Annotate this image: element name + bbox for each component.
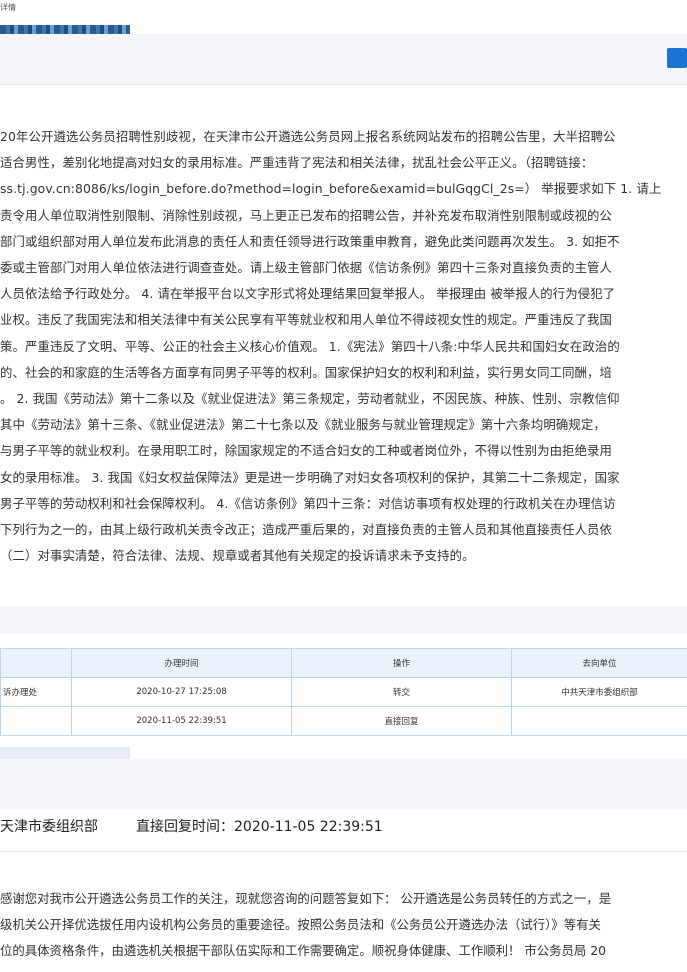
column-header-time: 办理时间	[71, 648, 292, 678]
complaint-line: ss.tj.gov.cn:8086/ks/login_before.do?met…	[0, 181, 662, 197]
table-cell: 诉办理处	[0, 677, 72, 707]
section-header	[0, 34, 687, 85]
table-cell	[511, 706, 687, 736]
top-bar: 详情	[0, 0, 687, 34]
reply-time-value: 2020-11-05 22:39:51	[234, 819, 383, 835]
table-cell: 转交	[291, 677, 512, 707]
section-divider	[0, 606, 687, 634]
reply-time-label: 直接回复时间：	[136, 819, 234, 835]
complaint-line: 的、社会的和家庭的生活等各方面享有同男子平等的权利。国家保护妇女的权利和利益，实…	[0, 364, 613, 380]
table-row: 2020-11-05 22:39:51 直接回复	[0, 706, 687, 736]
column-header-destination: 去向单位	[511, 648, 687, 678]
complaint-line: 男子平等的劳动权利和社会保障权利。 4.《信访条例》第四十三条：对信访事项有权处…	[0, 495, 616, 511]
complaint-line: 。 2. 我国《劳动法》第十二条以及《就业促进法》第三条规定，劳动者就业，不因民…	[0, 391, 620, 407]
table-cell: 中共天津市委组织部	[511, 677, 687, 707]
column-header	[0, 648, 72, 678]
section-divider	[0, 759, 687, 809]
complaint-line: 人员依法给予行政处分。 4. 请在举报平台以文字形式将处理结果回复举报人。 举报…	[0, 286, 616, 302]
reply-header: 天津市委组织部 直接回复时间：2020-11-05 22:39:51	[0, 816, 383, 836]
complaint-line: （二）对事实清楚，符合法律、法规、规章或者其他有关规定的投诉请求未予支持的。	[0, 548, 475, 564]
table-cell: 2020-10-27 17:25:08	[71, 677, 292, 707]
table-cell: 直接回复	[291, 706, 512, 736]
complaint-line: 20年公开遴选公务员招聘性别歧视，在天津市公开遴选公务员网上报名系统网站发布的招…	[0, 129, 616, 144]
table-header-row: 办理时间 操作 去向单位	[0, 648, 687, 678]
breadcrumb: 详情	[0, 3, 16, 12]
reply-line: 级机关公开择优选拔任用内设机构公务员的重要途径。按照公务员法和《公务员公开遴选办…	[0, 917, 601, 933]
banner-image	[0, 25, 130, 34]
complaint-line: 委或主管部门对用人单位依法进行调查查处。请上级主管部门依据《信访条例》第四十三条…	[0, 260, 613, 276]
table-cell	[0, 706, 72, 736]
complaint-line: 适合男性，差别化地提高对妇女的录用标准。严重违背了宪法和相关法律，扰乱社会公平正…	[0, 155, 594, 171]
column-header-operation: 操作	[291, 648, 512, 678]
complaint-line: 业权。违反了我国宪法和相关法律中有关公民享有平等就业权和用人单位不得歧视女性的规…	[0, 312, 613, 328]
complaint-line: 责令用人单位取消性别限制、消除性别歧视，马上更正已发布的招聘公告，并补充发布取消…	[0, 207, 613, 223]
divider	[0, 851, 687, 852]
tracking-table: 办理时间 操作 去向单位 诉办理处 2020-10-27 17:25:08 转交…	[0, 648, 687, 736]
table-row: 诉办理处 2020-10-27 17:25:08 转交 中共天津市委组织部	[0, 677, 687, 707]
action-button[interactable]	[667, 48, 687, 68]
complaint-line: 其中《劳动法》第十三条、《就业促进法》第二十七条以及《就业服务与就业管理规定》第…	[0, 417, 606, 433]
complaint-content: 20年公开遴选公务员招聘性别歧视，在天津市公开遴选公务员网上报名系统网站发布的招…	[0, 124, 687, 584]
complaint-line: 部门或组织部对用人单位发布此消息的责任人和责任领导进行政策重申教育，避免此类问题…	[0, 233, 620, 249]
complaint-line: 策。严重违反了文明、平等、公正的社会主义核心价值观。 1.《宪法》第四十八条:中…	[0, 338, 620, 354]
reply-content: 感谢您对我市公开遴选公务员工作的关注，现就您咨询的问题答复如下： 公开遴选是公务…	[0, 886, 687, 972]
reply-line: 位的具体资格条件，由遴选机关根据干部队伍实际和工作需要确定。顺祝身体健康、工作顺…	[0, 943, 607, 959]
complaint-line: 下列行为之一的，由其上级行政机关责令改正；造成严重后果的，对直接负责的主管人员和…	[0, 522, 613, 538]
complaint-line: 女的录用标准。 3. 我国《妇女权益保障法》更是进一步明确了对妇女各项权利的保护…	[0, 469, 620, 485]
tab-indicator	[0, 747, 130, 759]
table-cell: 2020-11-05 22:39:51	[71, 706, 292, 736]
reply-line: 感谢您对我市公开遴选公务员工作的关注，现就您咨询的问题答复如下： 公开遴选是公务…	[0, 891, 612, 906]
complaint-line: 与男子平等的就业权利。在录用职工时，除国家规定的不适合妇女的工种或者岗位外，不得…	[0, 443, 613, 459]
reply-department: 天津市委组织部	[0, 819, 98, 835]
